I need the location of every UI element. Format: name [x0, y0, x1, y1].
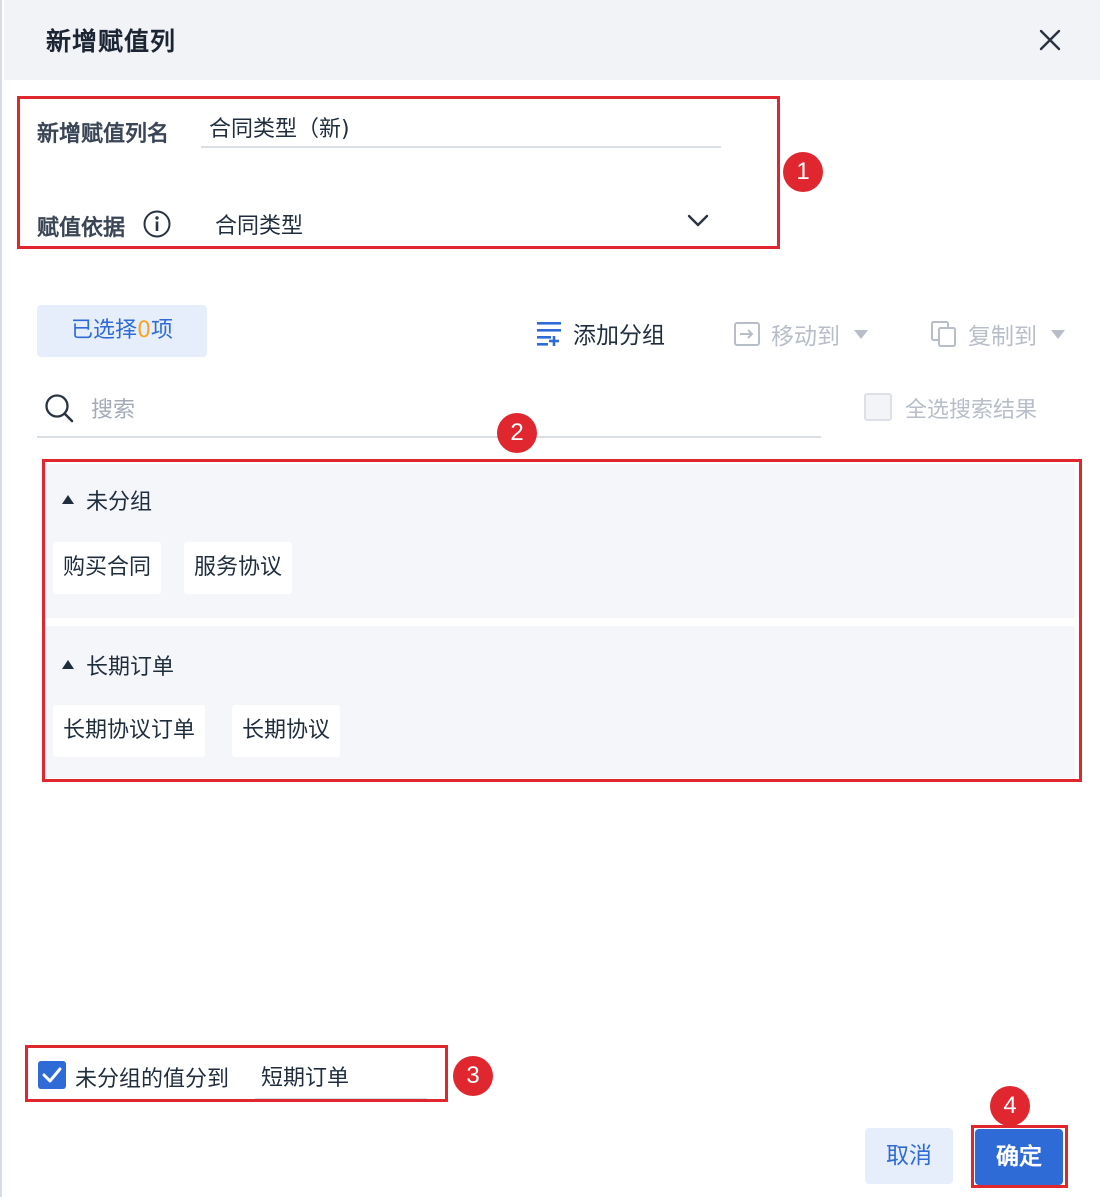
move-to-label: 移动到 [771, 324, 840, 350]
move-to-icon [734, 322, 760, 346]
dialog-header: 新增赋值列 [4, 0, 1100, 80]
move-to-button[interactable]: 移动到 [733, 317, 868, 351]
add-group-icon [537, 322, 561, 346]
annotation-box-3 [25, 1045, 448, 1102]
add-assignment-column-dialog: 新增赋值列 新增赋值列名 赋值依据 合同类型 1 已选择0项 添加分组 [0, 0, 1100, 1197]
search-input[interactable] [89, 390, 793, 430]
selected-prefix: 已选择 [70, 318, 137, 343]
annotation-badge-1: 1 [783, 152, 823, 192]
caret-down-icon [1051, 329, 1065, 339]
search-icon [45, 394, 74, 423]
select-all-results-checkbox[interactable] [864, 393, 892, 421]
copy-to-button[interactable]: 复制到 [930, 317, 1065, 351]
selected-count: 0 [137, 318, 151, 343]
cancel-button[interactable]: 取消 [865, 1128, 953, 1184]
search-bar [37, 384, 821, 438]
select-all-results-label: 全选搜索结果 [905, 398, 1038, 423]
add-group-label: 添加分组 [573, 323, 665, 349]
annotation-badge-4: 4 [990, 1086, 1030, 1126]
copy-icon [931, 321, 956, 347]
annotation-badge-3: 3 [453, 1056, 493, 1096]
annotation-box-1 [17, 96, 780, 249]
dialog-title: 新增赋值列 [46, 27, 177, 56]
annotation-box-2 [42, 459, 1082, 782]
close-icon[interactable] [1034, 24, 1066, 56]
copy-to-label: 复制到 [968, 324, 1037, 350]
annotation-box-4 [971, 1125, 1068, 1188]
caret-down-icon [854, 329, 868, 339]
selected-suffix: 项 [151, 318, 174, 343]
selected-count-chip[interactable]: 已选择0项 [37, 305, 207, 357]
add-group-button[interactable]: 添加分组 [535, 316, 665, 350]
annotation-badge-2: 2 [497, 413, 537, 453]
